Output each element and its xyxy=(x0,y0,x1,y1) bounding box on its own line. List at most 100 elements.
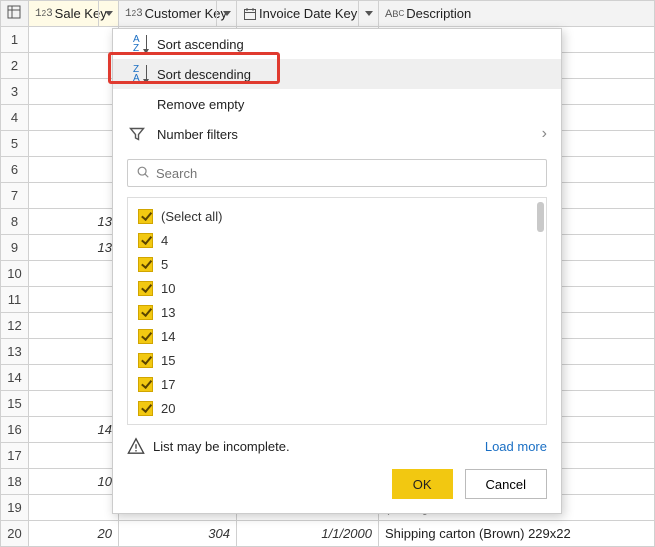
ok-button[interactable]: OK xyxy=(392,469,453,499)
cell-sale-key[interactable] xyxy=(29,365,119,391)
column-filter-button[interactable] xyxy=(98,1,118,26)
incomplete-warning-text: List may be incomplete. xyxy=(153,439,290,454)
checkbox-checked-icon[interactable] xyxy=(138,329,153,344)
text-type-icon: ABC xyxy=(385,8,404,20)
cell-sale-key[interactable] xyxy=(29,27,119,53)
filter-value-item[interactable]: (Select all) xyxy=(138,204,536,228)
cell-sale-key[interactable]: 14 xyxy=(29,417,119,443)
filter-value-item[interactable]: 5 xyxy=(138,252,536,276)
menu-number-filters[interactable]: Number filters › xyxy=(113,119,561,149)
filter-value-label: 15 xyxy=(161,353,175,368)
cell-sale-key[interactable] xyxy=(29,443,119,469)
row-number: 20 xyxy=(1,521,29,547)
filter-value-item[interactable]: 10 xyxy=(138,276,536,300)
column-header-description[interactable]: ABC Description xyxy=(379,1,655,27)
checkbox-checked-icon[interactable] xyxy=(138,233,153,248)
cell-sale-key[interactable]: 10 xyxy=(29,469,119,495)
cell-sale-key[interactable] xyxy=(29,53,119,79)
cell-sale-key[interactable] xyxy=(29,105,119,131)
filter-value-item[interactable]: 15 xyxy=(138,348,536,372)
row-number: 3 xyxy=(1,79,29,105)
chevron-down-icon xyxy=(105,11,113,16)
cell-sale-key[interactable]: 20 xyxy=(29,521,119,547)
sort-ascending-icon xyxy=(127,35,147,53)
cell-sale-key[interactable] xyxy=(29,391,119,417)
cell-invoice-date-key[interactable]: 1/1/2000 xyxy=(237,521,379,547)
cell-sale-key[interactable] xyxy=(29,313,119,339)
filter-value-label: 10 xyxy=(161,281,175,296)
filter-value-label: (Select all) xyxy=(161,209,222,224)
row-number: 9 xyxy=(1,235,29,261)
cell-sale-key[interactable] xyxy=(29,79,119,105)
filter-value-label: 20 xyxy=(161,401,175,416)
chevron-down-icon xyxy=(223,11,231,16)
cell-sale-key[interactable]: 13 xyxy=(29,235,119,261)
column-filter-button[interactable] xyxy=(216,1,236,26)
table-row[interactable]: 20203041/1/2000Shipping carton (Brown) 2… xyxy=(1,521,655,547)
chevron-right-icon: › xyxy=(542,125,547,143)
row-number: 11 xyxy=(1,287,29,313)
cell-sale-key[interactable] xyxy=(29,495,119,521)
checkbox-checked-icon[interactable] xyxy=(138,281,153,296)
column-label: Customer Key xyxy=(145,6,227,21)
filter-value-label: 17 xyxy=(161,377,175,392)
column-label: Description xyxy=(406,6,471,21)
filter-icon xyxy=(127,126,147,142)
sort-descending-icon xyxy=(127,65,147,83)
cell-description[interactable]: Shipping carton (Brown) 229x22 xyxy=(379,521,655,547)
filter-search-input[interactable] xyxy=(127,159,547,187)
column-header-sale-key[interactable]: 123 Sale Key xyxy=(29,1,119,27)
checkbox-checked-icon[interactable] xyxy=(138,257,153,272)
checkbox-checked-icon[interactable] xyxy=(138,353,153,368)
filter-value-item[interactable]: 20 xyxy=(138,396,536,420)
column-header-customer-key[interactable]: 123 Customer Key xyxy=(119,1,237,27)
menu-label: Number filters xyxy=(157,127,238,142)
number-type-icon: 123 xyxy=(125,8,143,20)
menu-label: Remove empty xyxy=(157,97,244,112)
cell-customer-key[interactable]: 304 xyxy=(119,521,237,547)
menu-sort-descending[interactable]: Sort descending xyxy=(113,59,561,89)
checkbox-checked-icon[interactable] xyxy=(138,401,153,416)
filter-value-label: 4 xyxy=(161,233,168,248)
cell-sale-key[interactable] xyxy=(29,157,119,183)
checkbox-checked-icon[interactable] xyxy=(138,305,153,320)
cancel-button[interactable]: Cancel xyxy=(465,469,547,499)
row-number: 17 xyxy=(1,443,29,469)
scrollbar-thumb[interactable] xyxy=(537,202,544,232)
row-number: 16 xyxy=(1,417,29,443)
row-number: 13 xyxy=(1,339,29,365)
column-label: Invoice Date Key xyxy=(259,6,357,21)
cell-sale-key[interactable]: 13 xyxy=(29,209,119,235)
row-number: 1 xyxy=(1,27,29,53)
cell-sale-key[interactable] xyxy=(29,287,119,313)
filter-value-item[interactable]: 13 xyxy=(138,300,536,324)
menu-label: Sort descending xyxy=(157,67,251,82)
menu-sort-ascending[interactable]: Sort ascending xyxy=(113,29,561,59)
chevron-down-icon xyxy=(365,11,373,16)
search-icon xyxy=(136,165,150,182)
checkbox-checked-icon[interactable] xyxy=(138,209,153,224)
cell-sale-key[interactable] xyxy=(29,183,119,209)
menu-label: Sort ascending xyxy=(157,37,244,52)
cell-sale-key[interactable] xyxy=(29,131,119,157)
cell-sale-key[interactable] xyxy=(29,339,119,365)
load-more-link[interactable]: Load more xyxy=(485,439,547,454)
row-number: 4 xyxy=(1,105,29,131)
row-number: 8 xyxy=(1,209,29,235)
row-number: 2 xyxy=(1,53,29,79)
menu-remove-empty[interactable]: Remove empty xyxy=(113,89,561,119)
row-number: 7 xyxy=(1,183,29,209)
column-filter-button[interactable] xyxy=(358,1,378,26)
filter-value-item[interactable]: 17 xyxy=(138,372,536,396)
table-icon xyxy=(7,7,21,22)
filter-value-item[interactable]: 14 xyxy=(138,324,536,348)
cell-sale-key[interactable] xyxy=(29,261,119,287)
checkbox-checked-icon[interactable] xyxy=(138,377,153,392)
row-number: 10 xyxy=(1,261,29,287)
column-header-invoice-date-key[interactable]: Invoice Date Key xyxy=(237,1,379,27)
filter-value-list[interactable]: (Select all) 4 5 10 1314 15 17 20 xyxy=(127,197,547,425)
filter-value-item[interactable]: 4 xyxy=(138,228,536,252)
search-field[interactable] xyxy=(156,166,538,181)
row-number: 14 xyxy=(1,365,29,391)
warning-icon xyxy=(127,437,145,455)
